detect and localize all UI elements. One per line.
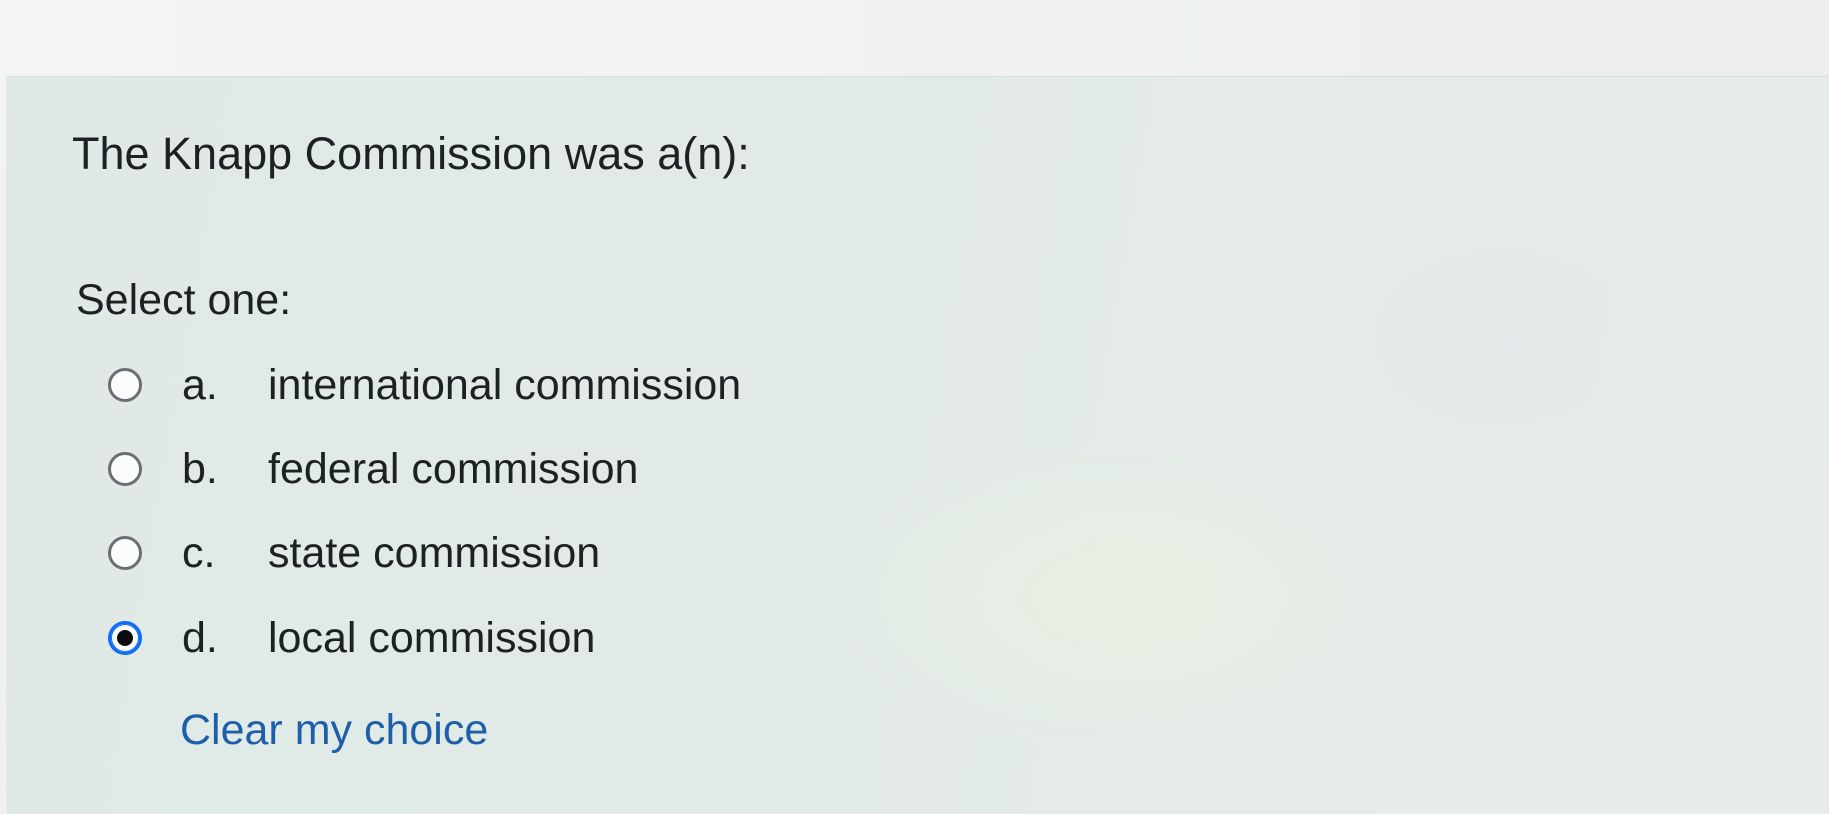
radio-button-c[interactable] xyxy=(108,536,142,570)
option-letter: d. xyxy=(182,613,218,662)
option-b[interactable]: b. federal commission xyxy=(108,439,638,499)
option-c[interactable]: c. state commission xyxy=(108,523,600,583)
option-d[interactable]: d. local commission xyxy=(108,608,595,668)
clear-choice-link[interactable]: Clear my choice xyxy=(180,706,488,755)
option-label: federal commission xyxy=(268,444,639,493)
option-label: local commission xyxy=(268,613,596,662)
option-letter: c. xyxy=(182,528,216,577)
option-a[interactable]: a. international commission xyxy=(108,355,741,415)
top-strip xyxy=(0,0,1829,76)
select-prompt: Select one: xyxy=(76,276,292,324)
option-label: state commission xyxy=(268,528,601,577)
radio-button-a[interactable] xyxy=(108,368,142,402)
question-text: The Knapp Commission was a(n): xyxy=(72,128,750,179)
option-label: international commission xyxy=(268,360,742,409)
option-letter: a. xyxy=(182,360,218,409)
option-letter: b. xyxy=(182,444,218,493)
radio-button-d-selected[interactable] xyxy=(108,621,142,655)
radio-button-b[interactable] xyxy=(108,452,142,486)
